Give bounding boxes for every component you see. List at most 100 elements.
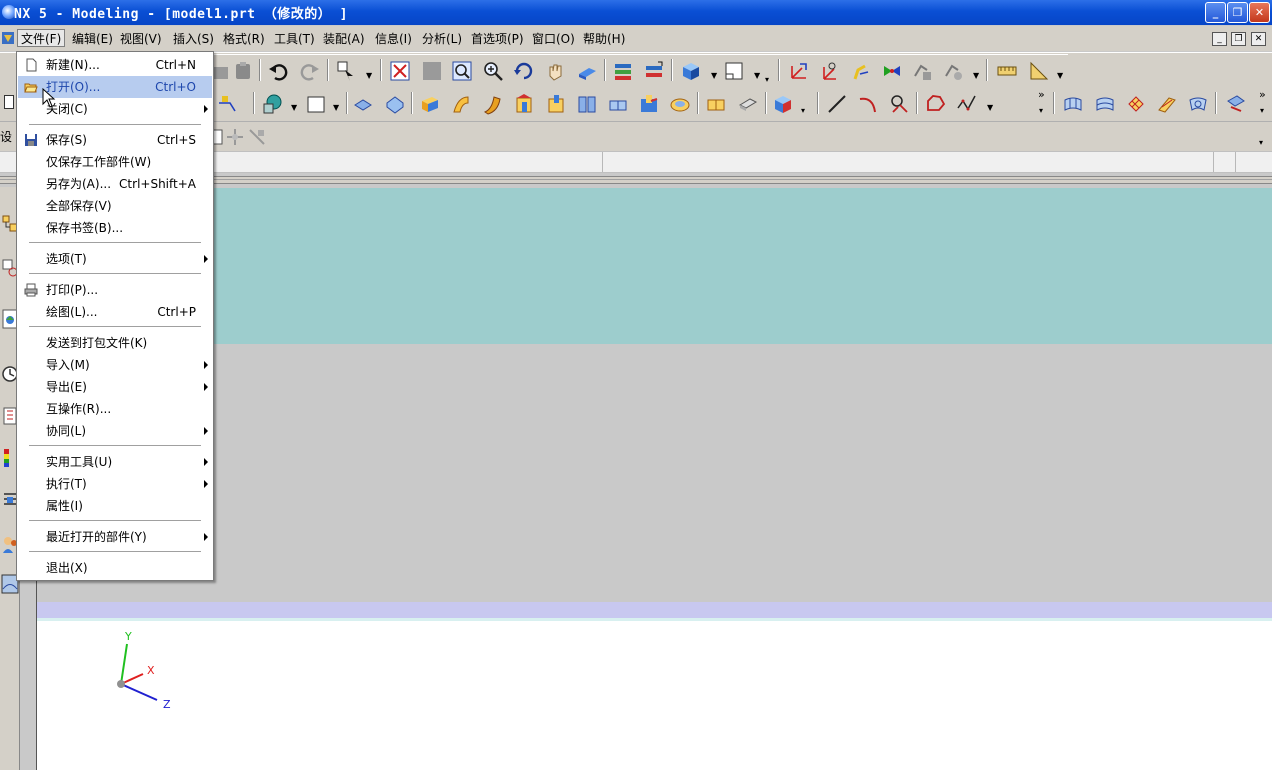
menu-item-export[interactable]: 导出(E) <box>18 376 212 398</box>
wcs-orient-icon[interactable] <box>881 60 903 82</box>
menu-item-plot[interactable]: 绘图(L)... Ctrl+P <box>18 301 212 323</box>
revolve-icon[interactable] <box>450 93 472 115</box>
swept-surface-icon[interactable] <box>1156 93 1178 115</box>
pan-hand-icon[interactable] <box>545 60 567 82</box>
menu-view[interactable]: 视图(V) <box>117 30 165 48</box>
fit-view-icon[interactable] <box>389 60 411 82</box>
menu-item-save-bookmark[interactable]: 保存书签(B)... <box>18 217 212 239</box>
menu-item-execute[interactable]: 执行(T) <box>18 473 212 495</box>
menu-file[interactable]: 文件(F) <box>17 29 66 47</box>
menu-edit[interactable]: 编辑(E) <box>69 30 116 48</box>
groove-icon[interactable] <box>669 93 691 115</box>
measure-distance-icon[interactable] <box>996 60 1018 82</box>
chevron-down-icon[interactable]: ▼ <box>333 103 339 112</box>
wcs-rotate-icon[interactable] <box>850 60 872 82</box>
boss-icon[interactable] <box>545 93 567 115</box>
chevron-down-icon[interactable]: ▼ <box>711 71 717 80</box>
menu-item-collaborate[interactable]: 协同(L) <box>18 420 212 442</box>
menu-item-print[interactable]: 打印(P)... <box>18 279 212 301</box>
chevron-down-icon[interactable]: ▼ <box>366 71 372 80</box>
graphics-window[interactable]: Y X Z <box>36 188 1272 770</box>
surface-analysis-icon[interactable] <box>1225 93 1247 115</box>
menu-item-recently-opened-parts[interactable]: 最近打开的部件(Y) <box>18 526 212 548</box>
zoom-window-icon[interactable] <box>451 60 473 82</box>
wcs-dynamics-icon[interactable] <box>819 60 841 82</box>
menu-item-save-as[interactable]: 另存为(A)... Ctrl+Shift+A <box>18 173 212 195</box>
spline-icon[interactable] <box>956 93 978 115</box>
chevron-down-icon[interactable]: ▾ <box>801 106 805 115</box>
datum-plane-icon[interactable] <box>305 93 327 115</box>
menu-item-options[interactable]: 选项(T) <box>18 248 212 270</box>
menu-tools[interactable]: 工具(T) <box>271 30 318 48</box>
view-orientation-icon[interactable] <box>680 60 702 82</box>
spline-profile-icon[interactable] <box>925 93 947 115</box>
menu-help[interactable]: 帮助(H) <box>580 30 628 48</box>
pad-icon[interactable] <box>607 93 629 115</box>
measure-angle-icon[interactable] <box>1028 60 1050 82</box>
chevron-down-icon[interactable]: ▼ <box>1057 71 1063 80</box>
block-feature-icon[interactable] <box>352 93 374 115</box>
chevron-down-icon[interactable]: ▾ <box>1260 106 1264 115</box>
snap-control-icon[interactable] <box>246 126 268 148</box>
slot-icon[interactable] <box>638 93 660 115</box>
rotate-icon[interactable] <box>513 60 535 82</box>
line-icon[interactable] <box>826 93 848 115</box>
menu-assemblies[interactable]: 装配(A) <box>320 30 368 48</box>
menu-analysis[interactable]: 分析(L) <box>419 30 465 48</box>
menu-item-new[interactable]: 新建(N)... Ctrl+N <box>18 54 212 76</box>
menu-item-send-to-package[interactable]: 发送到打包文件(K) <box>18 332 212 354</box>
chevron-down-icon[interactable]: ▾ <box>1039 106 1043 115</box>
layer-settings-icon[interactable] <box>612 60 634 82</box>
point-icon[interactable] <box>888 93 910 115</box>
shell-icon[interactable] <box>772 93 794 115</box>
edge-blend-icon[interactable] <box>705 93 727 115</box>
sweep-icon[interactable] <box>482 93 504 115</box>
menu-information[interactable]: 信息(I) <box>372 30 415 48</box>
menu-insert[interactable]: 插入(S) <box>170 30 217 48</box>
extrude-icon[interactable] <box>419 93 441 115</box>
menu-item-interoperability[interactable]: 互操作(R)... <box>18 398 212 420</box>
redo-icon[interactable] <box>299 60 321 82</box>
menu-preferences[interactable]: 首选项(P) <box>468 30 527 48</box>
wcs-save-icon[interactable] <box>911 60 933 82</box>
shaded-view-icon[interactable] <box>421 60 443 82</box>
bounded-plane-icon[interactable] <box>1187 93 1209 115</box>
select-filter-icon[interactable] <box>335 60 357 82</box>
chevron-down-icon[interactable]: ▾ <box>1259 138 1263 147</box>
wcs-display-icon[interactable] <box>942 60 964 82</box>
render-style-icon[interactable] <box>576 60 598 82</box>
toolbar-overflow-icon[interactable]: » <box>1259 88 1266 101</box>
snap-center-icon[interactable] <box>224 126 246 148</box>
mdi-close-button[interactable]: ✕ <box>1251 32 1266 46</box>
menu-item-save-all[interactable]: 全部保存(V) <box>18 195 212 217</box>
hole-icon[interactable] <box>513 93 535 115</box>
menu-item-properties[interactable]: 属性(I) <box>18 495 212 517</box>
menu-item-import[interactable]: 导入(M) <box>18 354 212 376</box>
menu-item-save[interactable]: 保存(S) Ctrl+S <box>18 129 212 151</box>
maximize-button[interactable]: ❐ <box>1227 2 1248 23</box>
menu-item-utilities[interactable]: 实用工具(U) <box>18 451 212 473</box>
through-curve-mesh-icon[interactable] <box>1125 93 1147 115</box>
chevron-down-icon[interactable]: ▼ <box>291 103 297 112</box>
wcs-origin-icon[interactable] <box>788 60 810 82</box>
menu-window[interactable]: 窗口(O) <box>529 30 578 48</box>
ruled-surface-icon[interactable] <box>1062 93 1084 115</box>
menu-format[interactable]: 格式(R) <box>220 30 268 48</box>
through-curves-icon[interactable] <box>1094 93 1116 115</box>
chevron-down-icon[interactable]: ▼ <box>973 71 979 80</box>
mdi-minimize-button[interactable]: _ <box>1212 32 1227 46</box>
chevron-down-icon[interactable]: ▼ <box>987 103 993 112</box>
undo-icon[interactable] <box>267 60 289 82</box>
zoom-icon[interactable] <box>482 60 504 82</box>
mdi-restore-button[interactable]: ❐ <box>1231 32 1246 46</box>
arc-icon[interactable] <box>857 93 879 115</box>
paste-icon[interactable] <box>232 60 254 82</box>
move-to-layer-icon[interactable] <box>643 60 665 82</box>
sketch-icon[interactable] <box>216 93 238 115</box>
menu-item-save-work-part-only[interactable]: 仅保存工作部件(W) <box>18 151 212 173</box>
close-button[interactable]: ✕ <box>1249 2 1270 23</box>
chamfer-icon[interactable] <box>737 93 759 115</box>
layout-icon[interactable] <box>723 60 745 82</box>
pocket-icon[interactable] <box>576 93 598 115</box>
chevron-down-icon[interactable]: ▾ <box>765 75 769 84</box>
